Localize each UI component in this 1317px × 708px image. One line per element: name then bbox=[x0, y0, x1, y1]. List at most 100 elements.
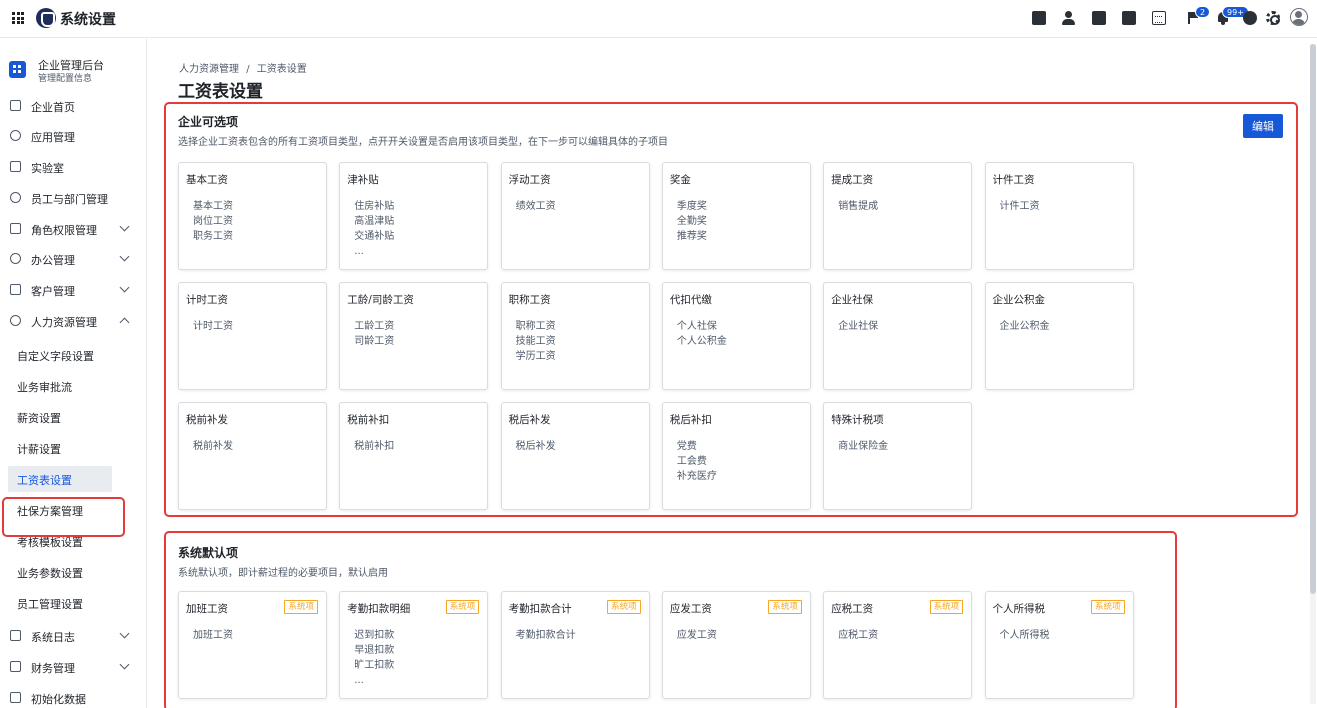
default-section-desc: 系统默认项，即计薪过程的必要项目，默认启用 bbox=[178, 568, 388, 579]
optional-card[interactable]: 企业公积金 企业公积金 bbox=[984, 282, 1134, 390]
sidebar-subitem-0[interactable]: 自定义字段设置 bbox=[0, 342, 146, 368]
system-tag: 系统项 bbox=[929, 600, 964, 614]
optional-card[interactable]: 提成工资 销售提成 bbox=[823, 162, 973, 270]
optional-card[interactable]: 基本工资 基本工资 岗位工资 职务工资 bbox=[178, 162, 327, 270]
sidebar-subitem-2[interactable]: 薪资设置 bbox=[0, 404, 146, 430]
default-card[interactable]: 考勤扣款明细 系统项 迟到扣款 早退扣款 旷工扣款... bbox=[339, 591, 489, 699]
card-title: 特殊计税项 bbox=[831, 414, 884, 426]
scrollbar-thumb[interactable] bbox=[1310, 44, 1316, 594]
contacts-icon[interactable] bbox=[1062, 11, 1076, 25]
sidebar-item-4[interactable]: 角色权限管理 bbox=[0, 216, 146, 242]
chevron-down-icon[interactable] bbox=[119, 221, 130, 232]
optional-card[interactable]: 计件工资 计件工资 bbox=[984, 162, 1134, 270]
optional-card[interactable]: 浮动工资 绩效工资 bbox=[500, 162, 650, 270]
sidebar-subitem-label: 自定义字段设置 bbox=[17, 350, 94, 363]
sidebar-item-2[interactable]: 实验室 bbox=[0, 154, 146, 180]
optional-card[interactable]: 津补贴 住房补贴 高温津贴 交通补贴... bbox=[339, 162, 489, 270]
card-item-list: 职称工资 技能工资 学历工资 bbox=[516, 319, 556, 364]
default-card[interactable]: 加班工资 系统项 加班工资 bbox=[178, 591, 327, 699]
sidebar-subitem-label: 工资表设置 bbox=[17, 474, 72, 487]
page-scrollbar[interactable] bbox=[1310, 44, 1316, 704]
optional-card[interactable]: 特殊计税项 商业保险金 bbox=[823, 402, 973, 510]
phone-icon[interactable] bbox=[1122, 11, 1136, 25]
optional-section-title: 企业可选项 bbox=[178, 115, 239, 129]
card-title: 代扣代缴 bbox=[669, 294, 712, 306]
optional-card[interactable]: 企业社保 企业社保 bbox=[823, 282, 973, 390]
card-title: 税前补扣 bbox=[347, 414, 390, 426]
app-title: 系统设置 bbox=[60, 12, 116, 28]
sidebar-item-label: 系统日志 bbox=[31, 631, 75, 644]
optional-card[interactable]: 职称工资 职称工资 技能工资 学历工资 bbox=[500, 282, 650, 390]
card-item: 交通补贴 bbox=[354, 231, 395, 242]
card-item-list: 加班工资 bbox=[193, 628, 233, 643]
card-title: 应发工资 bbox=[669, 603, 712, 615]
optional-card[interactable]: 税后补发 税后补发 bbox=[500, 402, 650, 510]
optional-card[interactable]: 工龄/司龄工资 工龄工资 司龄工资 bbox=[339, 282, 489, 390]
optional-card[interactable]: 税后补扣 党费 工会费 补充医疗 bbox=[661, 402, 811, 510]
sidebar-item-label: 初始化数据 bbox=[31, 693, 86, 706]
sidebar-item-5[interactable]: 办公管理 bbox=[0, 246, 146, 272]
document-icon[interactable] bbox=[1092, 11, 1106, 25]
card-item: 季度奖 bbox=[676, 201, 707, 212]
card-item-list: 绩效工资 bbox=[516, 199, 556, 214]
edit-button[interactable]: 编辑 bbox=[1243, 114, 1283, 138]
sidebar-subitem-1[interactable]: 业务审批流 bbox=[0, 373, 146, 399]
sidebar-subitem-7[interactable]: 业务参数设置 bbox=[0, 559, 146, 585]
sidebar-item-1[interactable]: 应用管理 bbox=[0, 123, 146, 149]
card-title: 应税工资 bbox=[831, 603, 874, 615]
calendar-icon[interactable] bbox=[1152, 11, 1166, 25]
avatar[interactable] bbox=[1290, 8, 1308, 26]
sidebar-item-0[interactable]: 企业首页 bbox=[0, 93, 146, 119]
card-item-list: 税前补发 bbox=[193, 439, 233, 454]
sidebar-item-3[interactable]: 员工与部门管理 bbox=[0, 185, 146, 211]
sidebar-subitem-4[interactable]: 工资表设置 bbox=[0, 466, 146, 492]
card-item: 住房补贴 bbox=[354, 201, 395, 212]
optional-card[interactable]: 计时工资 计时工资 bbox=[178, 282, 327, 390]
sidebar-subitem-3[interactable]: 计薪设置 bbox=[0, 435, 146, 461]
card-item-list: 个人所得税 bbox=[1000, 628, 1050, 643]
people-icon bbox=[10, 192, 21, 203]
chevron-down-icon[interactable] bbox=[119, 659, 130, 670]
optional-card[interactable]: 奖金 季度奖 全勤奖 推荐奖 bbox=[661, 162, 811, 270]
sidebar-item-label: 财务管理 bbox=[31, 662, 75, 675]
gear-icon[interactable] bbox=[1266, 11, 1280, 25]
chevron-down-icon[interactable] bbox=[119, 251, 130, 262]
breadcrumb-parent[interactable]: 人力资源管理 bbox=[179, 64, 239, 75]
card-title: 加班工资 bbox=[186, 603, 228, 615]
flag-badge: 2 bbox=[1195, 6, 1211, 18]
optional-card[interactable]: 税前补扣 税前补扣 bbox=[339, 402, 489, 510]
card-item-list: 销售提成 bbox=[838, 199, 878, 214]
card-item: 销售提成 bbox=[838, 201, 879, 212]
sidebar-item-6[interactable]: 客户管理 bbox=[0, 277, 146, 303]
sidebar-item-label: 客户管理 bbox=[31, 285, 75, 298]
card-item: 税前补扣 bbox=[354, 441, 395, 452]
default-card[interactable]: 考勤扣款合计 系统项 考勤扣款合计 bbox=[500, 591, 650, 699]
default-card[interactable]: 个人所得税 系统项 个人所得税 bbox=[984, 591, 1134, 699]
sidebar-bottom-item-2[interactable]: 初始化数据 bbox=[0, 685, 146, 708]
optional-card[interactable]: 代扣代缴 个人社保 个人公积金 bbox=[661, 282, 811, 390]
sidebar-item-7[interactable]: 人力资源管理 bbox=[0, 308, 146, 334]
sidebar-bottom-item-1[interactable]: 财务管理 bbox=[0, 654, 146, 680]
app-grid-icon[interactable] bbox=[12, 12, 24, 24]
card-item: 全勤奖 bbox=[676, 216, 707, 227]
init-icon bbox=[10, 692, 21, 703]
default-card[interactable]: 应发工资 系统项 应发工资 bbox=[661, 591, 811, 699]
chevron-down-icon[interactable] bbox=[119, 628, 130, 639]
sidebar-bottom-item-0[interactable]: 系统日志 bbox=[0, 623, 146, 649]
task-check-icon[interactable] bbox=[1032, 11, 1046, 25]
sidebar-item-label: 应用管理 bbox=[31, 131, 75, 144]
card-item-list: 计时工资 bbox=[193, 319, 233, 334]
sidebar-subitem-label: 业务参数设置 bbox=[17, 567, 83, 580]
card-item: 绩效工资 bbox=[515, 201, 556, 212]
sidebar-subitem-8[interactable]: 员工管理设置 bbox=[0, 590, 146, 616]
chevron-up-icon[interactable] bbox=[119, 317, 130, 328]
role-icon bbox=[10, 223, 21, 234]
optional-card[interactable]: 税前补发 税前补发 bbox=[178, 402, 327, 510]
default-card[interactable]: 应税工资 系统项 应税工资 bbox=[823, 591, 973, 699]
card-item: 早退扣款 bbox=[354, 645, 395, 656]
system-tag: 系统项 bbox=[284, 600, 318, 614]
help-icon[interactable] bbox=[1243, 11, 1257, 25]
chevron-down-icon[interactable] bbox=[119, 282, 130, 293]
sidebar-item-label: 人力资源管理 bbox=[31, 316, 97, 329]
sidebar-subitem-label: 员工管理设置 bbox=[17, 598, 83, 611]
